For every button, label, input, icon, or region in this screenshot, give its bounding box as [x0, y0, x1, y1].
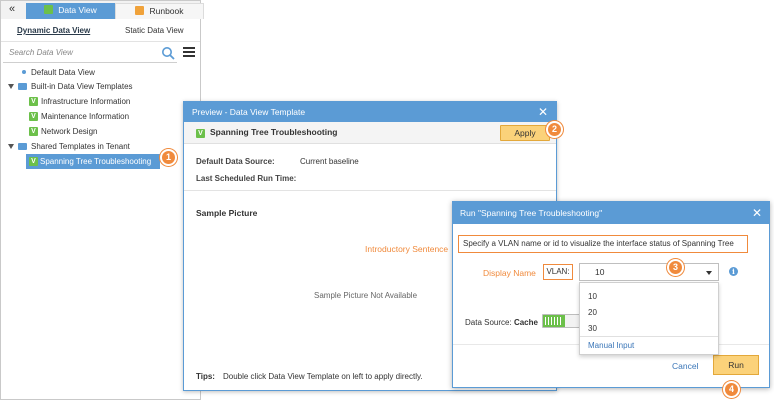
search-row	[3, 43, 200, 63]
tab-data-view-label: Data View	[58, 5, 97, 15]
default-source-label: Default Data Source:	[196, 157, 275, 166]
sample-picture-title: Sample Picture	[196, 208, 258, 218]
callout-4: 4	[723, 381, 740, 398]
tree-item-network-design[interactable]: V Network Design	[1, 124, 200, 139]
close-icon[interactable]: ✕	[536, 104, 550, 120]
tree-item-label: Spanning Tree Troubleshooting	[40, 157, 152, 166]
tree-item-label: Infrastructure Information	[41, 97, 131, 106]
tips-text: Double click Data View Template on left …	[222, 372, 423, 381]
tree-item-default[interactable]: Default Data View	[1, 65, 200, 79]
display-name-label: Display Name	[483, 268, 536, 278]
tab-bar: « Data View Runbook	[1, 1, 204, 19]
last-run-label: Last Scheduled Run Time:	[196, 174, 297, 183]
expand-icon[interactable]	[8, 144, 14, 149]
run-titlebar: Run "Spanning Tree Troubleshooting" ✕	[453, 202, 769, 224]
runbook-icon	[135, 6, 145, 15]
sample-picture-placeholder: Sample Picture Not Available	[314, 291, 418, 300]
close-icon[interactable]: ✕	[750, 205, 764, 221]
vlan-dropdown: 10 20 30 Manual Input	[579, 282, 719, 355]
data-source-value: Cache	[513, 318, 538, 327]
tree-item-maintenance[interactable]: V Maintenance Information	[1, 109, 200, 124]
callout-1: 1	[160, 149, 177, 166]
callout-3: 3	[667, 259, 684, 276]
tab-runbook-label: Runbook	[149, 6, 184, 16]
chevron-down-icon[interactable]	[706, 271, 712, 275]
folder-icon	[18, 83, 27, 90]
menu-icon[interactable]	[183, 47, 195, 59]
template-icon: V	[196, 129, 205, 138]
tree-folder-builtin[interactable]: Built-in Data View Templates	[1, 79, 200, 94]
vlan-option-10[interactable]: 10	[588, 292, 597, 301]
search-icon[interactable]	[161, 46, 175, 60]
tree-item-label: Network Design	[41, 127, 98, 136]
template-name: Spanning Tree Troubleshooting	[210, 127, 338, 137]
bullet-icon	[22, 70, 26, 74]
template-icon: V	[29, 157, 38, 166]
template-icon: V	[29, 97, 38, 106]
tips: Tips: Double click Data View Template on …	[196, 372, 423, 381]
subtab-bar: Dynamic Data View Static Data View	[1, 20, 200, 42]
left-panel: « Data View Runbook Dynamic Data View St…	[0, 0, 204, 400]
vlan-option-20[interactable]: 20	[588, 308, 597, 317]
cancel-button[interactable]: Cancel	[672, 361, 698, 371]
toggle-handle[interactable]	[545, 317, 563, 325]
tree-item-infrastructure[interactable]: V Infrastructure Information	[1, 94, 200, 109]
template-icon: V	[29, 112, 38, 121]
dropdown-separator	[580, 336, 718, 337]
manual-input-link[interactable]: Manual Input	[588, 341, 634, 350]
run-button[interactable]: Run	[713, 355, 759, 375]
data-source-row: Data Source: Cache	[465, 318, 538, 327]
tree-folder-label: Built-in Data View Templates	[31, 82, 133, 91]
search-input[interactable]	[3, 43, 177, 63]
info-icon[interactable]: i	[729, 267, 738, 276]
introductory-sentence-label: Introductory Sentence	[365, 244, 449, 254]
divider	[184, 190, 556, 191]
intro-sentence: Specify a VLAN name or id to visualize t…	[458, 235, 748, 253]
vlan-option-30[interactable]: 30	[588, 324, 597, 333]
preview-title: Preview - Data View Template	[192, 107, 306, 117]
tree-item-label: Maintenance Information	[41, 112, 130, 121]
vlan-select[interactable]: 10	[579, 263, 719, 281]
callout-2: 2	[546, 121, 563, 138]
data-source-label: Data Source:	[465, 318, 512, 327]
template-icon: V	[29, 127, 38, 136]
tree-item-spanning-tree[interactable]: V Spanning Tree Troubleshooting	[26, 154, 160, 169]
run-dialog: Run "Spanning Tree Troubleshooting" ✕ Sp…	[452, 201, 770, 388]
tree-folder-label: Shared Templates in Tenant	[31, 142, 130, 151]
tab-data-view[interactable]: Data View	[26, 3, 115, 19]
tips-label: Tips:	[196, 372, 215, 381]
data-view-icon	[44, 5, 54, 14]
vlan-label: VLAN:	[543, 264, 573, 280]
preview-titlebar: Preview - Data View Template ✕	[184, 102, 556, 122]
run-title: Run "Spanning Tree Troubleshooting"	[460, 208, 603, 218]
apply-button[interactable]: Apply	[500, 125, 550, 141]
collapse-icon[interactable]: «	[3, 3, 21, 17]
subtab-static-data-view[interactable]: Static Data View	[125, 26, 184, 35]
vlan-selected-value: 10	[595, 267, 605, 277]
subtab-dynamic-data-view[interactable]: Dynamic Data View	[17, 26, 90, 35]
expand-icon[interactable]	[8, 84, 14, 89]
folder-icon	[18, 143, 27, 150]
default-source-value: Current baseline	[300, 157, 359, 166]
tab-runbook[interactable]: Runbook	[115, 3, 204, 19]
tree-item-label: Default Data View	[31, 68, 95, 77]
